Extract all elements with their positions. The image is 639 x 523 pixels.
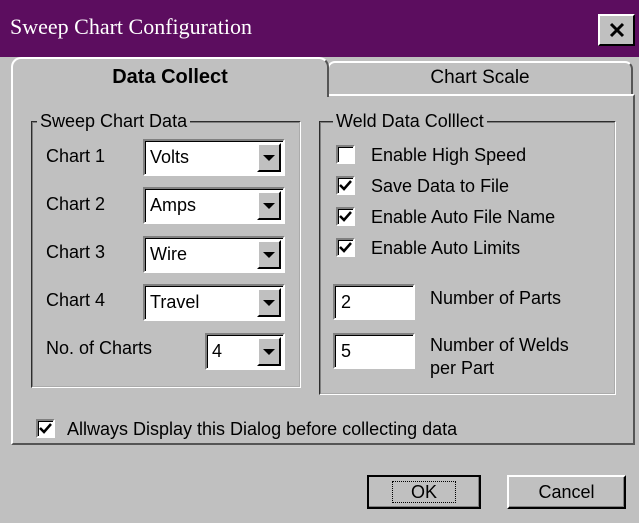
save-data-to-file-label[interactable]: Save Data to File	[371, 176, 509, 197]
number-of-parts-value: 2	[341, 292, 352, 312]
tab-data-collect-label: Data Collect	[112, 66, 228, 88]
chevron-down-icon[interactable]	[257, 337, 281, 366]
enable-high-speed-checkbox[interactable]	[336, 145, 355, 164]
chevron-down-icon[interactable]	[257, 240, 281, 269]
enable-high-speed-label[interactable]: Enable High Speed	[371, 145, 526, 166]
checkmark-icon	[339, 242, 352, 253]
chart-1-select[interactable]: Volts	[143, 139, 285, 176]
weld-data-collect-group-label: Weld Data Colllect	[333, 111, 487, 132]
always-display-label[interactable]: Allways Display this Dialog before colle…	[67, 419, 457, 440]
close-button[interactable]	[598, 14, 635, 46]
checkmark-icon	[339, 180, 352, 191]
close-icon	[609, 22, 624, 38]
cancel-button-label: Cancel	[538, 481, 595, 502]
number-of-welds-label: Number of Welds	[430, 335, 569, 355]
chart-4-value: Travel	[150, 292, 200, 312]
number-of-welds-label-line2: per Part	[430, 358, 495, 378]
chart-2-label: Chart 2	[46, 194, 106, 214]
enable-auto-file-name-checkbox[interactable]	[336, 207, 355, 226]
enable-auto-limits-checkbox[interactable]	[336, 238, 355, 257]
sweep-chart-data-group-label: Sweep Chart Data	[37, 111, 191, 132]
save-data-to-file-checkbox[interactable]	[336, 176, 355, 195]
chart-1-label: Chart 1	[46, 146, 106, 166]
tab-chart-scale[interactable]: Chart Scale	[327, 61, 633, 94]
number-of-parts-input[interactable]: 2	[333, 284, 415, 320]
enable-auto-limits-label[interactable]: Enable Auto Limits	[371, 238, 520, 259]
chart-4-select[interactable]: Travel	[143, 284, 285, 321]
always-display-checkbox[interactable]	[36, 419, 55, 438]
chevron-down-icon[interactable]	[257, 288, 281, 317]
chart-2-select[interactable]: Amps	[143, 187, 285, 224]
number-of-welds-value: 5	[341, 341, 352, 361]
cancel-button[interactable]: Cancel	[507, 475, 626, 509]
num-charts-value: 4	[212, 341, 223, 361]
checkmark-icon	[39, 423, 52, 434]
checkmark-icon	[339, 211, 352, 222]
ok-button[interactable]: OK	[367, 475, 481, 509]
chart-1-value: Volts	[150, 147, 190, 167]
tab-chart-scale-label: Chart Scale	[430, 67, 530, 88]
number-of-welds-input[interactable]: 5	[333, 333, 415, 369]
chevron-down-icon[interactable]	[257, 191, 281, 220]
window-title: Sweep Chart Configuration	[10, 14, 252, 39]
number-of-parts-label: Number of Parts	[430, 288, 562, 308]
tab-data-collect[interactable]: Data Collect	[11, 57, 329, 97]
chart-3-select[interactable]: Wire	[143, 236, 285, 273]
chart-3-value: Wire	[150, 244, 187, 264]
chevron-down-icon[interactable]	[257, 143, 281, 172]
chart-3-label: Chart 3	[46, 242, 106, 262]
enable-auto-file-name-label[interactable]: Enable Auto File Name	[371, 207, 555, 228]
chart-2-value: Amps	[150, 195, 197, 215]
ok-button-label: OK	[391, 481, 456, 503]
chart-4-label: Chart 4	[46, 290, 106, 310]
num-charts-label: No. of Charts	[46, 338, 153, 358]
num-charts-select[interactable]: 4	[205, 333, 285, 370]
